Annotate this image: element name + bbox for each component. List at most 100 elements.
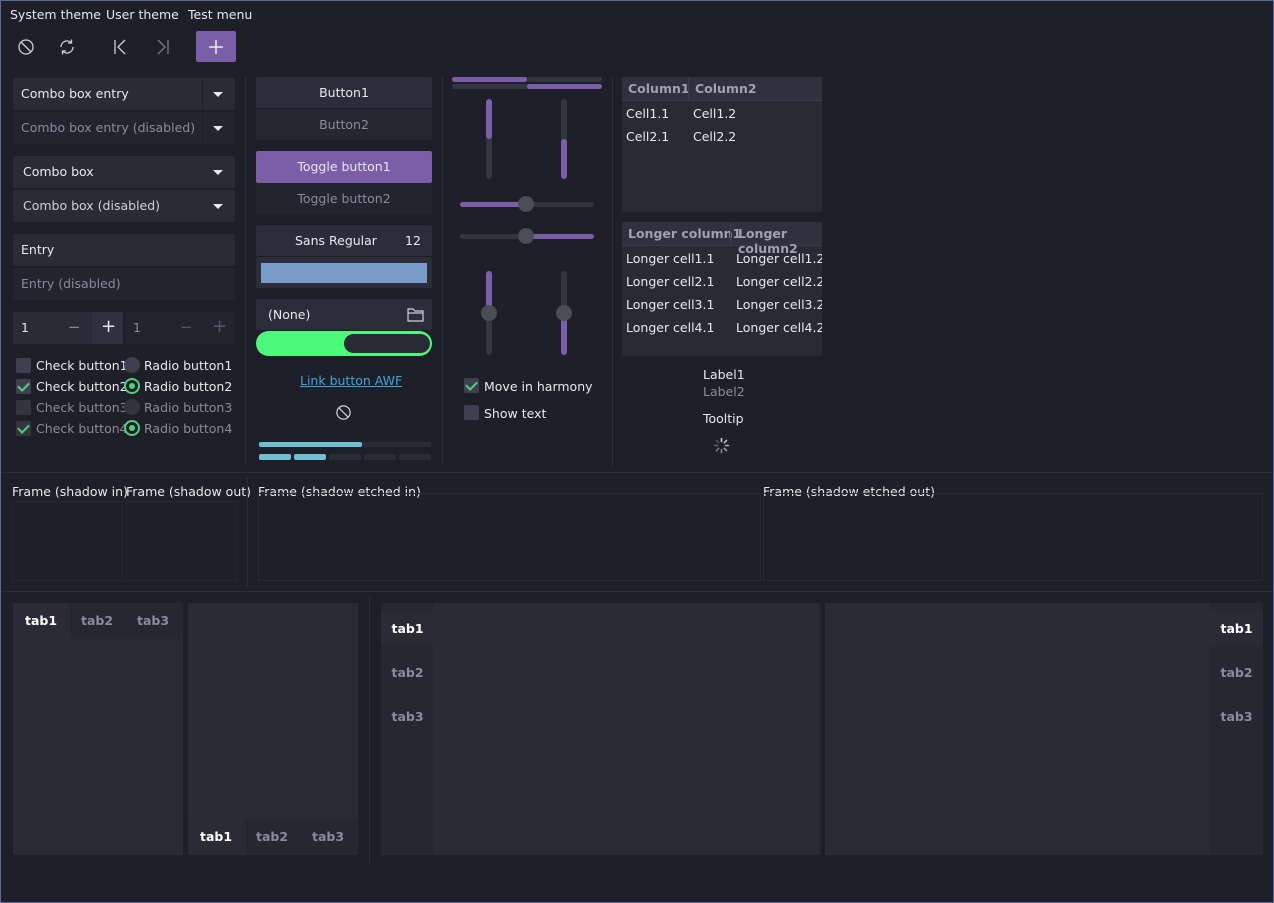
show-text-check[interactable] [464, 405, 479, 420]
check-button3-label: Check button3 [36, 400, 128, 415]
tree-2-cell[interactable]: Longer cell3.1 [626, 297, 714, 312]
tab2[interactable]: tab2 [1210, 665, 1263, 680]
check-button2-label: Check button2 [36, 379, 128, 394]
entry-disabled-text: Entry (disabled) [21, 276, 121, 291]
spin-plus-button[interactable]: + [92, 312, 123, 344]
frame-shadow-out-label: Frame (shadow out) [126, 484, 252, 499]
toggle-button1[interactable]: Toggle button1 [256, 151, 432, 183]
add-button[interactable] [196, 31, 236, 62]
tree-1-cell[interactable]: Cell1.1 [626, 106, 669, 121]
entry-disabled: Entry (disabled) [13, 268, 235, 300]
check-button2[interactable] [16, 379, 31, 394]
progress-horizontal-2-fill [527, 84, 602, 89]
tab1[interactable]: tab1 [381, 621, 434, 636]
combo-box-disabled-text: Combo box (disabled) [23, 198, 161, 213]
chevron-down-icon[interactable] [213, 92, 223, 97]
tab3[interactable]: tab3 [1210, 709, 1263, 724]
check-button3 [16, 400, 31, 415]
stop-icon[interactable] [17, 38, 35, 56]
label2: Label2 [703, 384, 745, 399]
hscale-2[interactable] [460, 228, 594, 244]
go-last-icon[interactable] [153, 38, 171, 56]
link-button[interactable]: Link button AWF [300, 373, 402, 388]
radio-button4 [124, 420, 140, 436]
label1: Label1 [703, 367, 745, 382]
vscale-1-knob[interactable] [481, 305, 497, 321]
folder-icon [407, 308, 424, 322]
font-button[interactable]: Sans Regular 12 [256, 225, 432, 256]
tree-1-cell[interactable]: Cell2.2 [693, 129, 736, 144]
combo-box[interactable]: Combo box [13, 156, 235, 188]
tree-2-cell[interactable]: Longer cell4.2 [736, 320, 822, 335]
color-button[interactable] [256, 257, 432, 288]
progress-vertical-1-fill [486, 99, 492, 139]
tab2[interactable]: tab2 [381, 665, 434, 680]
radio-button2[interactable] [124, 378, 140, 394]
spin-plus-disabled: + [212, 316, 228, 337]
spin-value: 1 [21, 320, 29, 335]
tree-2-column1[interactable]: Longer column1 [628, 226, 741, 241]
vscale-1[interactable] [481, 271, 497, 355]
level-block-4 [364, 454, 396, 460]
tab3[interactable]: tab3 [381, 709, 434, 724]
switch[interactable] [256, 331, 432, 356]
button1[interactable]: Button1 [256, 77, 432, 108]
tree-2-cell[interactable]: Longer cell1.2 [736, 251, 822, 266]
tree-view-1[interactable]: Column1 Column2 Cell1.1 Cell1.2 Cell2.1 … [622, 77, 822, 212]
radio-button3-label: Radio button3 [144, 400, 233, 415]
button1-label: Button1 [319, 85, 369, 100]
check-button1[interactable] [16, 358, 31, 373]
stop-icon[interactable] [335, 404, 352, 421]
vscale-2-knob[interactable] [556, 305, 572, 321]
vscale-2[interactable] [556, 271, 572, 355]
radio-button1[interactable] [124, 357, 140, 373]
button2: Button2 [256, 109, 432, 140]
entry[interactable]: Entry [13, 234, 235, 266]
check-button1-label: Check button1 [36, 358, 128, 373]
font-name: Sans Regular [295, 233, 377, 248]
tree-2-cell[interactable]: Longer cell1.1 [626, 251, 714, 266]
tree-1-column1[interactable]: Column1 [628, 81, 690, 96]
tooltip: Tooltip [703, 411, 744, 426]
chevron-down-icon [213, 126, 223, 131]
spin-button[interactable]: 1 − + [13, 312, 123, 344]
tab2[interactable]: tab2 [244, 829, 300, 844]
combo-box-entry[interactable]: Combo box entry [13, 78, 235, 110]
combo-box-text: Combo box [23, 164, 94, 179]
tab3[interactable]: tab3 [125, 613, 181, 628]
file-chooser-button[interactable]: (None) [256, 299, 432, 330]
notebook-right: tab1 tab2 tab3 [825, 603, 1263, 855]
tree-1-cell[interactable]: Cell2.1 [626, 129, 669, 144]
hscale-1[interactable] [460, 196, 594, 212]
menu-system-theme[interactable]: System theme [10, 7, 101, 22]
hscale-1-knob[interactable] [518, 196, 534, 212]
tree-2-cell[interactable]: Longer cell4.1 [626, 320, 714, 335]
tree-1-cell[interactable]: Cell1.2 [693, 106, 736, 121]
tree-2-cell[interactable]: Longer cell2.2 [736, 274, 822, 289]
tab1[interactable]: tab1 [188, 829, 244, 844]
check-button4-label: Check button4 [36, 421, 128, 436]
go-first-icon[interactable] [112, 38, 130, 56]
hscale-2-fill [526, 234, 594, 239]
spin-button-disabled: 1 − + [125, 312, 235, 344]
progress-vertical-1 [486, 99, 492, 179]
tab1[interactable]: tab1 [13, 613, 69, 628]
hscale-2-knob[interactable] [518, 228, 534, 244]
tab2[interactable]: tab2 [69, 613, 125, 628]
toggle-button1-label: Toggle button1 [297, 159, 391, 174]
tree-2-cell[interactable]: Longer cell3.2 [736, 297, 822, 312]
tab3[interactable]: tab3 [300, 829, 356, 844]
menu-user-theme[interactable]: User theme [106, 7, 179, 22]
notebook-top-page [13, 639, 183, 855]
tree-2-cell[interactable]: Longer cell2.1 [626, 274, 714, 289]
tree-view-2[interactable]: Longer column1 Longer column2 Longer cel… [622, 222, 822, 356]
move-in-harmony-check[interactable] [464, 378, 479, 393]
menu-test-menu[interactable]: Test menu [188, 7, 252, 22]
tab1[interactable]: tab1 [1210, 621, 1263, 636]
spin-minus-disabled: − [180, 318, 193, 336]
file-chooser-label: (None) [268, 307, 311, 322]
frame-etched-out [763, 493, 1263, 581]
spin-minus-button[interactable]: − [68, 318, 81, 336]
refresh-icon[interactable] [58, 38, 76, 56]
tree-1-column2[interactable]: Column2 [695, 81, 757, 96]
